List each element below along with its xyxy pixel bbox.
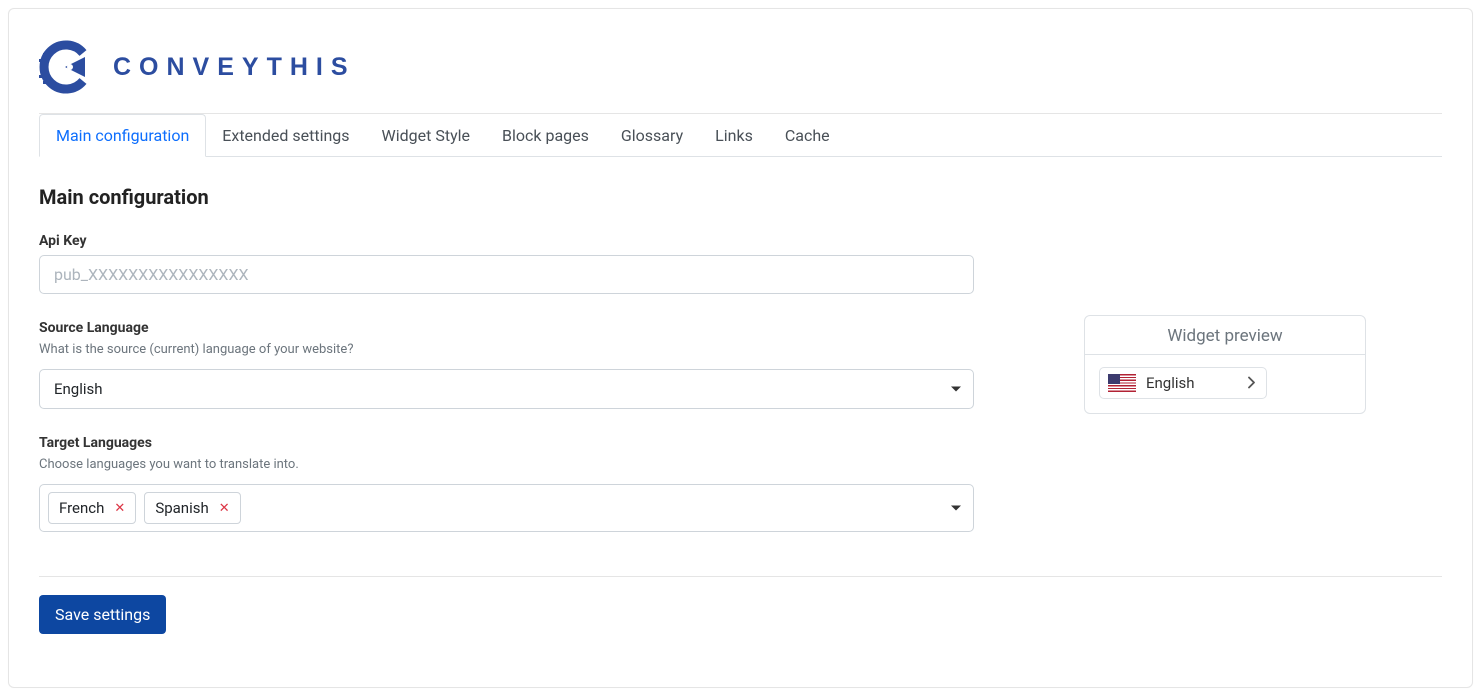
- section-title: Main configuration: [39, 185, 974, 209]
- tab-widget-style[interactable]: Widget Style: [366, 114, 486, 157]
- target-languages-label: Target Languages: [39, 435, 974, 451]
- source-language-value: English: [54, 380, 103, 398]
- flag-us-icon: [1108, 374, 1136, 392]
- widget-preview-card: Widget preview English: [1084, 315, 1366, 414]
- api-key-input[interactable]: [39, 255, 974, 294]
- chevron-right-icon: [1248, 374, 1256, 393]
- target-language-tag-spanish: Spanish ✕: [144, 492, 240, 524]
- brand-logo: CONVEYTHIS: [39, 29, 1442, 95]
- caret-down-icon: [951, 387, 961, 392]
- tab-cache[interactable]: Cache: [769, 114, 846, 157]
- remove-tag-icon[interactable]: ✕: [114, 501, 125, 516]
- tab-glossary[interactable]: Glossary: [605, 114, 699, 157]
- api-key-label: Api Key: [39, 233, 974, 249]
- save-settings-button[interactable]: Save settings: [39, 595, 166, 634]
- widget-language-switcher[interactable]: English: [1099, 367, 1267, 399]
- caret-down-icon: [951, 506, 961, 511]
- source-language-help: What is the source (current) language of…: [39, 342, 974, 357]
- footer-divider: [39, 576, 1442, 577]
- brand-name: CONVEYTHIS: [113, 53, 356, 82]
- tab-links[interactable]: Links: [699, 114, 769, 157]
- target-languages-help: Choose languages you want to translate i…: [39, 457, 974, 472]
- source-language-select[interactable]: English: [39, 369, 974, 409]
- logo-icon: [39, 39, 95, 95]
- tab-extended-settings[interactable]: Extended settings: [206, 114, 365, 157]
- source-language-label: Source Language: [39, 320, 974, 336]
- tab-block-pages[interactable]: Block pages: [486, 114, 605, 157]
- remove-tag-icon[interactable]: ✕: [219, 501, 230, 516]
- target-languages-select[interactable]: French ✕ Spanish ✕: [39, 484, 974, 532]
- widget-preview-title: Widget preview: [1085, 316, 1365, 355]
- tag-label: Spanish: [155, 499, 208, 517]
- widget-language-label: English: [1146, 374, 1195, 392]
- target-language-tag-french: French ✕: [48, 492, 136, 524]
- tag-label: French: [59, 499, 104, 517]
- tabs-nav: Main configuration Extended settings Wid…: [39, 114, 1442, 157]
- tab-main-configuration[interactable]: Main configuration: [39, 114, 206, 157]
